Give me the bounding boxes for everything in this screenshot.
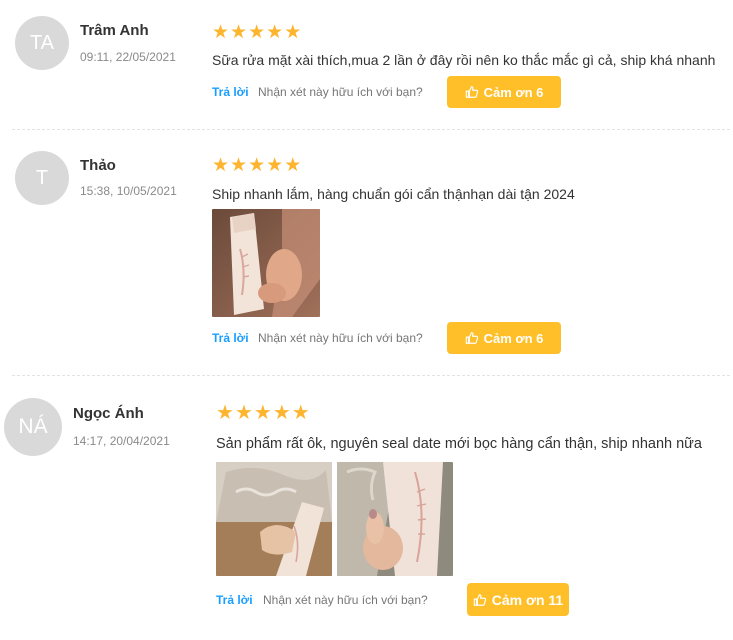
reply-link[interactable]: Trả lời: [216, 593, 253, 607]
avatar: NÁ: [4, 398, 62, 456]
star-icon: ★: [272, 402, 291, 424]
review-photo[interactable]: [337, 462, 453, 576]
reviewer-name: Trâm Anh: [80, 22, 149, 39]
thumbs-up-icon: [473, 593, 486, 606]
review-date: 09:11, 22/05/2021: [80, 50, 176, 64]
review-photo[interactable]: [216, 462, 332, 576]
reviewer-name: Thảo: [80, 157, 116, 174]
product-photo-image: [216, 462, 332, 576]
star-icon: ★: [216, 402, 234, 424]
star-icon: ★: [230, 155, 248, 176]
thanks-button[interactable]: Cảm ơn 6: [447, 76, 561, 108]
star-icon: ★: [253, 402, 272, 424]
star-icon: ★: [230, 22, 248, 43]
rating-stars: ★ ★ ★ ★ ★: [212, 156, 301, 175]
reviewer-name: Ngọc Ánh: [73, 405, 144, 422]
star-icon: ★: [248, 22, 266, 43]
rating-stars: ★ ★ ★ ★ ★: [216, 402, 310, 424]
product-photo-image: [337, 462, 453, 576]
divider: [12, 375, 730, 376]
star-icon: ★: [248, 155, 266, 176]
helpful-question: Nhận xét này hữu ích với bạn?: [263, 593, 428, 607]
review-content: Sữa rửa mặt xài thích,mua 2 lần ở đây rồ…: [212, 52, 716, 68]
divider: [12, 129, 730, 130]
reply-link[interactable]: Trả lời: [212, 331, 249, 345]
helpful-question: Nhận xét này hữu ích với bạn?: [258, 331, 423, 345]
star-icon: ★: [234, 402, 253, 424]
helpful-question: Nhận xét này hữu ích với bạn?: [258, 85, 423, 99]
avatar: T: [15, 151, 69, 205]
rating-stars: ★ ★ ★ ★ ★: [212, 23, 301, 42]
star-icon: ★: [212, 155, 230, 176]
star-icon: ★: [291, 402, 310, 424]
thanks-button[interactable]: Cảm ơn 11: [467, 583, 569, 616]
thumbs-up-icon: [465, 332, 478, 344]
star-icon: ★: [266, 22, 284, 43]
avatar: TA: [15, 16, 69, 70]
review-content: Sản phẩm rất ôk, nguyên seal date mới bọ…: [216, 436, 702, 452]
thanks-label: Cảm ơn 11: [491, 591, 564, 608]
thanks-label: Cảm ơn 6: [483, 330, 544, 346]
review-date: 14:17, 20/04/2021: [73, 434, 170, 448]
review-content: Ship nhanh lắm, hàng chuẩn gói cẩn thậnh…: [212, 186, 575, 202]
thanks-button[interactable]: Cảm ơn 6: [447, 322, 561, 354]
star-icon: ★: [284, 155, 302, 176]
product-photo-image: [212, 209, 320, 317]
star-icon: ★: [266, 155, 284, 176]
thanks-label: Cảm ơn 6: [483, 84, 544, 100]
star-icon: ★: [284, 22, 302, 43]
reply-link[interactable]: Trả lời: [212, 85, 249, 99]
star-icon: ★: [212, 22, 230, 43]
review-photo[interactable]: [212, 209, 320, 317]
thumbs-up-icon: [465, 86, 478, 98]
review-date: 15:38, 10/05/2021: [80, 184, 177, 198]
